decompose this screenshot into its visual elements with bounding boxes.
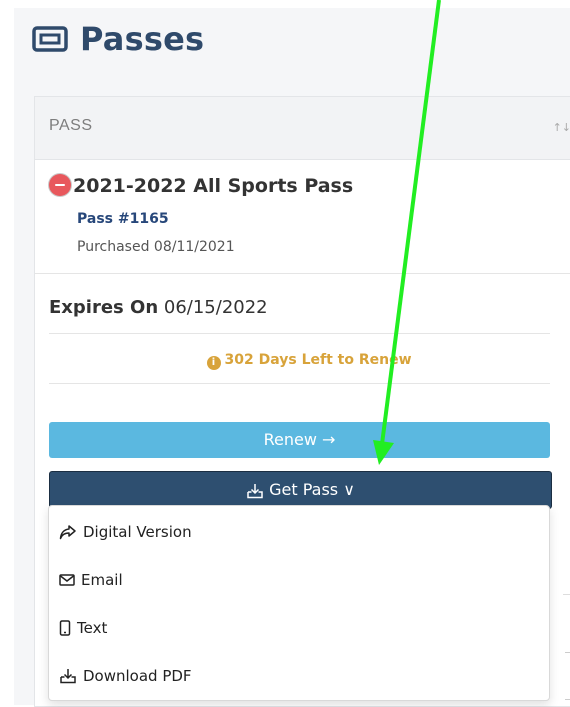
- divider: [49, 383, 550, 384]
- download-icon: [60, 669, 76, 684]
- renewal-warning: i 302 Days Left to Renew: [35, 352, 570, 370]
- info-icon: i: [206, 356, 221, 370]
- expires-date: 06/15/2022: [163, 297, 268, 318]
- expiration: Expires On 06/15/2022: [49, 297, 268, 318]
- phone-icon: [59, 620, 71, 636]
- get-pass-label: Get Pass: [269, 480, 339, 499]
- expires-label: Expires On: [49, 297, 159, 318]
- remove-pass-button[interactable]: [49, 174, 71, 196]
- arrow-right-icon: →: [322, 430, 336, 449]
- envelope-icon: [59, 574, 75, 586]
- ticket-icon: [32, 26, 68, 52]
- pass-row: 2021-2022 All Sports Pass Pass #1165 Pur…: [35, 160, 570, 274]
- divider: [49, 333, 550, 334]
- days-left-text: 302 Days Left to Renew: [224, 352, 412, 368]
- page-title: Passes: [32, 20, 204, 58]
- renew-label: Renew: [263, 430, 317, 449]
- menu-item-label: Download PDF: [83, 667, 192, 685]
- pass-number: Pass #1165: [77, 211, 169, 227]
- column-header-pass[interactable]: PASS: [49, 117, 93, 135]
- chevron-down-icon: ∨: [343, 480, 355, 499]
- menu-item-label: Digital Version: [83, 523, 192, 541]
- renew-button[interactable]: Renew →: [49, 422, 550, 458]
- menu-item-label: Text: [77, 619, 108, 637]
- table-header[interactable]: PASS ↑↓: [35, 97, 570, 160]
- menu-item-label: Email: [81, 571, 123, 589]
- page-title-text: Passes: [80, 20, 205, 58]
- background-divider: [563, 594, 570, 595]
- download-icon: [247, 483, 263, 498]
- menu-item-digital-version[interactable]: Digital Version: [59, 520, 192, 544]
- sort-icon[interactable]: ↑↓: [553, 121, 570, 134]
- pass-name: 2021-2022 All Sports Pass: [73, 175, 354, 197]
- menu-item-download-pdf[interactable]: Download PDF: [59, 664, 192, 688]
- menu-item-text[interactable]: Text: [59, 616, 107, 640]
- share-icon: [59, 525, 76, 540]
- get-pass-button[interactable]: Get Pass ∨: [49, 471, 552, 509]
- get-pass-dropdown-menu: Digital Version Email Text Download PDF: [48, 505, 550, 701]
- menu-item-email[interactable]: Email: [59, 568, 123, 592]
- purchase-date: Purchased 08/11/2021: [77, 239, 235, 255]
- background-input-edge: [565, 652, 570, 700]
